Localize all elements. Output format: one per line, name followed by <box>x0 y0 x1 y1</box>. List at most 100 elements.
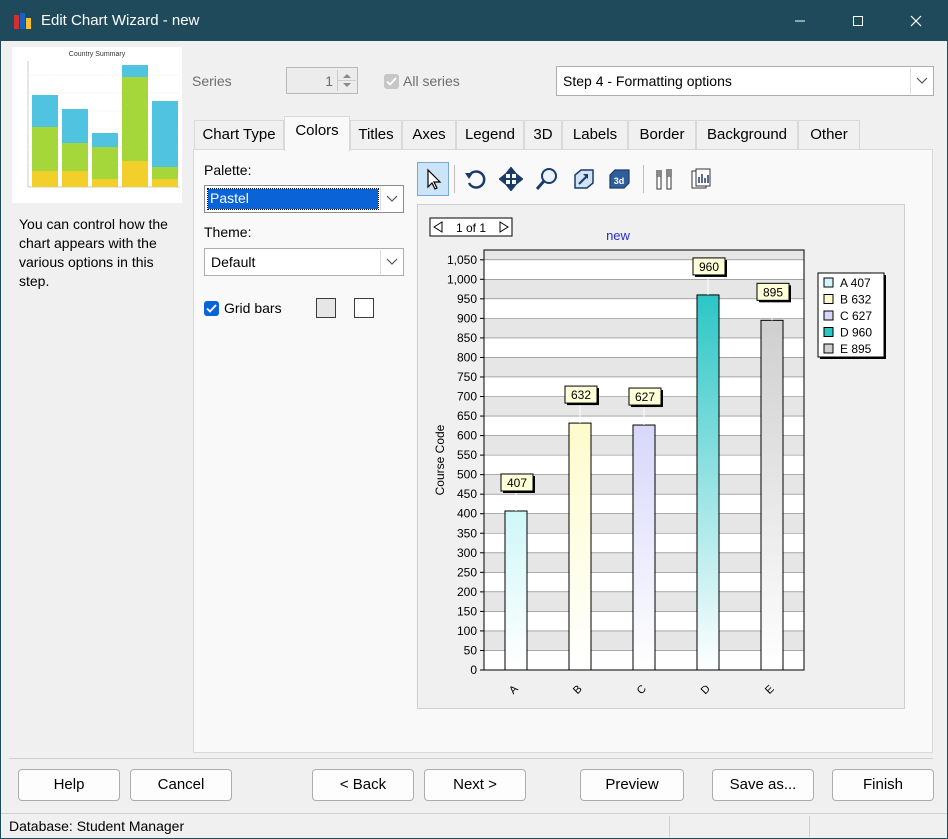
y-tick-label: 950 <box>457 292 477 306</box>
bar-B <box>568 422 592 671</box>
legend-swatch <box>823 327 834 337</box>
pointer-icon <box>427 168 442 190</box>
svg-text:3d: 3d <box>614 176 625 186</box>
bar-A <box>504 510 528 671</box>
grid-band <box>484 279 804 299</box>
y-tick-label: 450 <box>457 487 477 501</box>
tab-3d[interactable]: 3D <box>524 120 562 150</box>
bar-C <box>632 424 656 671</box>
theme-select[interactable]: Default <box>204 248 404 276</box>
y-tick-label: 1,050 <box>447 253 477 267</box>
grid-color-1-swatch[interactable] <box>316 298 336 318</box>
bar-E <box>760 319 784 671</box>
legend-entry: C 627 <box>840 309 872 323</box>
finish-button[interactable]: Finish <box>832 769 934 801</box>
rotate-tool-button[interactable] <box>459 162 491 196</box>
maximize-button[interactable] <box>835 1 881 41</box>
y-tick-label: 650 <box>457 409 477 423</box>
x-tick-label: C <box>635 683 649 697</box>
legend-entry: D 960 <box>840 326 872 340</box>
legend-swatch <box>823 294 834 304</box>
step-select[interactable]: Step 4 - Formatting options <box>556 66 934 96</box>
app-icon <box>14 13 31 29</box>
edit-chart-wizard-window: Edit Chart Wizard - new Country Summary <box>0 0 948 839</box>
minimize-button[interactable] <box>777 1 823 41</box>
spinner-arrows[interactable] <box>337 70 356 91</box>
move-tool-button[interactable] <box>495 162 527 196</box>
theme-value: Default <box>211 254 256 270</box>
tab-other[interactable]: Other <box>798 120 860 150</box>
series-value: 1 <box>325 73 333 89</box>
y-tick-label: 700 <box>457 390 477 404</box>
help-button[interactable]: Help <box>18 769 120 801</box>
y-tick-label: 250 <box>457 565 477 579</box>
y-tick-label: 350 <box>457 526 477 540</box>
data-table-button[interactable] <box>685 162 717 196</box>
palette-label: Palette: <box>204 162 252 178</box>
palette-value: Pastel <box>207 188 379 210</box>
legend-swatch <box>823 310 834 321</box>
resize-tool-button[interactable] <box>567 162 599 196</box>
chevron-down-icon <box>910 68 932 94</box>
tab-colors[interactable]: Colors <box>284 116 350 151</box>
all-series-checkbox[interactable]: All series <box>384 73 460 89</box>
y-axis-label: Course Code <box>433 424 447 495</box>
status-bar: Database: Student Manager <box>1 813 947 838</box>
3d-view-button[interactable]: 3d <box>603 162 635 196</box>
back-button[interactable]: < Back <box>312 769 414 801</box>
chart-canvas[interactable]: 1 of 1 new 0 50 100 150 200 250 300 350 400 450 500 5… <box>417 204 905 709</box>
zoom-tool-button[interactable] <box>531 162 563 196</box>
grid-bars-checkbox[interactable]: Grid bars <box>204 300 282 316</box>
x-tick-label: D <box>699 683 713 697</box>
tab-legend[interactable]: Legend <box>456 120 524 150</box>
save-as-button[interactable]: Save as... <box>712 769 814 801</box>
chart-title: new <box>606 228 630 243</box>
title-bar: Edit Chart Wizard - new <box>1 1 947 41</box>
series-spinner[interactable]: 1 <box>286 67 358 94</box>
chevron-down-icon <box>380 187 402 211</box>
preview-title: Country Summary <box>69 51 126 58</box>
step-description: You can control how the chart appears wi… <box>19 216 168 289</box>
all-series-label: All series <box>403 73 460 89</box>
bottom-separator <box>9 758 933 759</box>
grid-bars-label: Grid bars <box>224 300 282 316</box>
maximize-icon <box>853 16 863 26</box>
properties-button[interactable] <box>649 162 681 196</box>
bar-chart: 1 of 1 new 0 50 100 150 200 250 300 350 400 450 500 5… <box>429 217 886 697</box>
next-button[interactable]: Next > <box>424 769 526 801</box>
legend-entry: B 632 <box>840 293 872 307</box>
grid-band <box>484 250 804 260</box>
data-label: 895 <box>763 285 783 299</box>
legend-swatch <box>823 343 834 354</box>
palette-select[interactable]: Pastel <box>204 185 404 213</box>
3d-view-icon: 3d <box>609 169 630 189</box>
preview-button[interactable]: Preview <box>580 769 684 801</box>
tab-background[interactable]: Background <box>696 120 798 150</box>
y-tick-label: 800 <box>457 350 477 364</box>
tab-chart-type[interactable]: Chart Type <box>194 120 284 150</box>
resize-icon <box>574 169 594 189</box>
window-title: Edit Chart Wizard - new <box>41 12 200 29</box>
y-tick-label: 100 <box>457 624 477 638</box>
y-tick-label: 300 <box>457 546 477 560</box>
step-select-value: Step 4 - Formatting options <box>563 73 732 89</box>
legend-entry: A 407 <box>840 276 871 290</box>
close-icon <box>910 15 922 27</box>
y-tick-label: 50 <box>464 643 478 657</box>
close-button[interactable] <box>893 1 939 41</box>
cancel-button[interactable]: Cancel <box>130 769 232 801</box>
tab-titles[interactable]: Titles <box>350 120 402 150</box>
grid-band <box>484 318 804 338</box>
checkmark-icon <box>384 73 399 89</box>
data-label: 407 <box>507 476 527 490</box>
pointer-tool-button[interactable] <box>417 162 449 196</box>
y-tick-label: 850 <box>457 331 477 345</box>
legend-entry: E 895 <box>840 342 872 356</box>
tab-axes[interactable]: Axes <box>402 120 456 150</box>
grid-color-2-swatch[interactable] <box>354 298 374 318</box>
data-label: 632 <box>571 388 591 402</box>
tab-border[interactable]: Border <box>628 120 696 150</box>
data-label: 960 <box>699 260 719 274</box>
chevron-down-icon <box>380 250 402 274</box>
tab-labels[interactable]: Labels <box>562 120 628 150</box>
